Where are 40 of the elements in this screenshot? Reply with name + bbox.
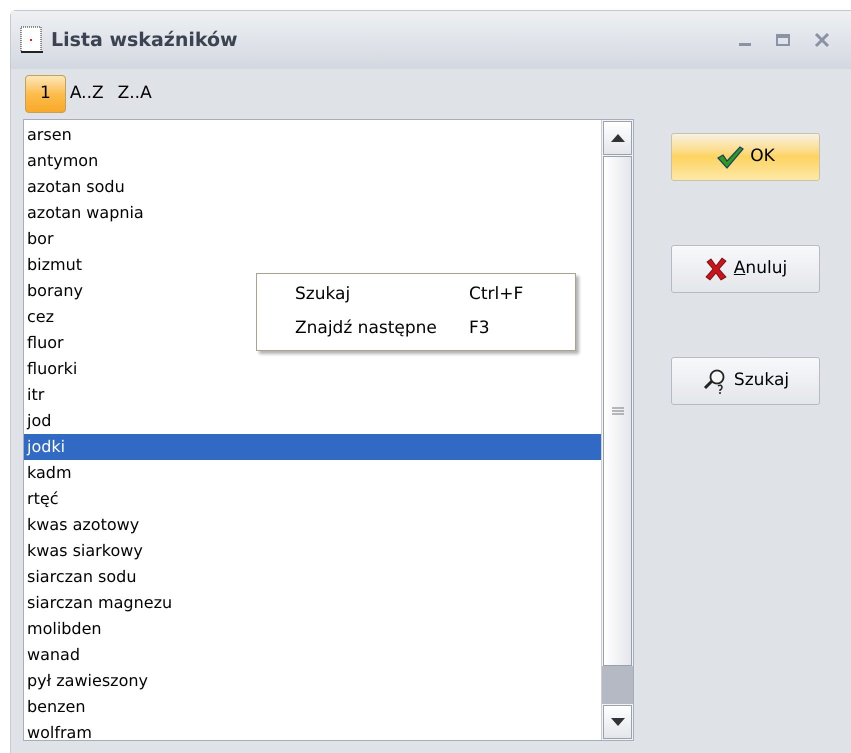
scroll-thumb[interactable]: [603, 156, 632, 666]
list-item[interactable]: jod: [24, 408, 601, 434]
up-arrow-icon: [610, 134, 624, 142]
grip-icon: [612, 406, 624, 416]
list-item[interactable]: rtęć: [24, 486, 601, 512]
maximize-icon[interactable]: [775, 32, 791, 48]
list-item[interactable]: kwas azotowy: [24, 512, 601, 538]
list-item[interactable]: pył zawieszony: [24, 668, 601, 694]
list-item[interactable]: siarczan sodu: [24, 564, 601, 590]
list-item[interactable]: kwas siarkowy: [24, 538, 601, 564]
down-arrow-icon: [610, 718, 624, 726]
cancel-button[interactable]: Anuluj: [671, 245, 820, 293]
menu-item[interactable]: Znajdź następne F3: [257, 312, 575, 346]
list-item[interactable]: jodki: [24, 434, 601, 460]
scroll-up-button[interactable]: [603, 121, 632, 155]
list-item[interactable]: azotan sodu: [24, 174, 601, 200]
list-item[interactable]: kadm: [24, 460, 601, 486]
menu-item[interactable]: Szukaj Ctrl+F: [257, 278, 575, 312]
sort-button[interactable]: 1: [25, 75, 66, 113]
search-button[interactable]: Szukaj: [671, 357, 820, 405]
close-icon[interactable]: [813, 32, 831, 48]
list-item[interactable]: fluorki: [24, 356, 601, 382]
list-item[interactable]: azotan wapnia: [24, 200, 601, 226]
list-item[interactable]: wanad: [24, 642, 601, 668]
sort-button[interactable]: A..Z: [68, 75, 106, 113]
list-item[interactable]: benzen: [24, 694, 601, 720]
sort-button[interactable]: Z..A: [116, 75, 154, 113]
checkmark-icon: [716, 145, 744, 169]
scroll-down-button[interactable]: [603, 705, 632, 739]
ok-button[interactable]: OK: [671, 133, 820, 181]
list-item[interactable]: bor: [24, 226, 601, 252]
list-item[interactable]: itr: [24, 382, 601, 408]
list-item[interactable]: arsen: [24, 122, 601, 148]
list-item[interactable]: siarczan magnezu: [24, 590, 601, 616]
cross-icon: [704, 257, 728, 281]
list-item[interactable]: wolfram: [24, 720, 601, 740]
list-item[interactable]: molibden: [24, 616, 601, 642]
list-item[interactable]: antymon: [24, 148, 601, 174]
scrollbar[interactable]: [601, 120, 633, 740]
window-title: Lista wskaźników: [51, 28, 238, 53]
